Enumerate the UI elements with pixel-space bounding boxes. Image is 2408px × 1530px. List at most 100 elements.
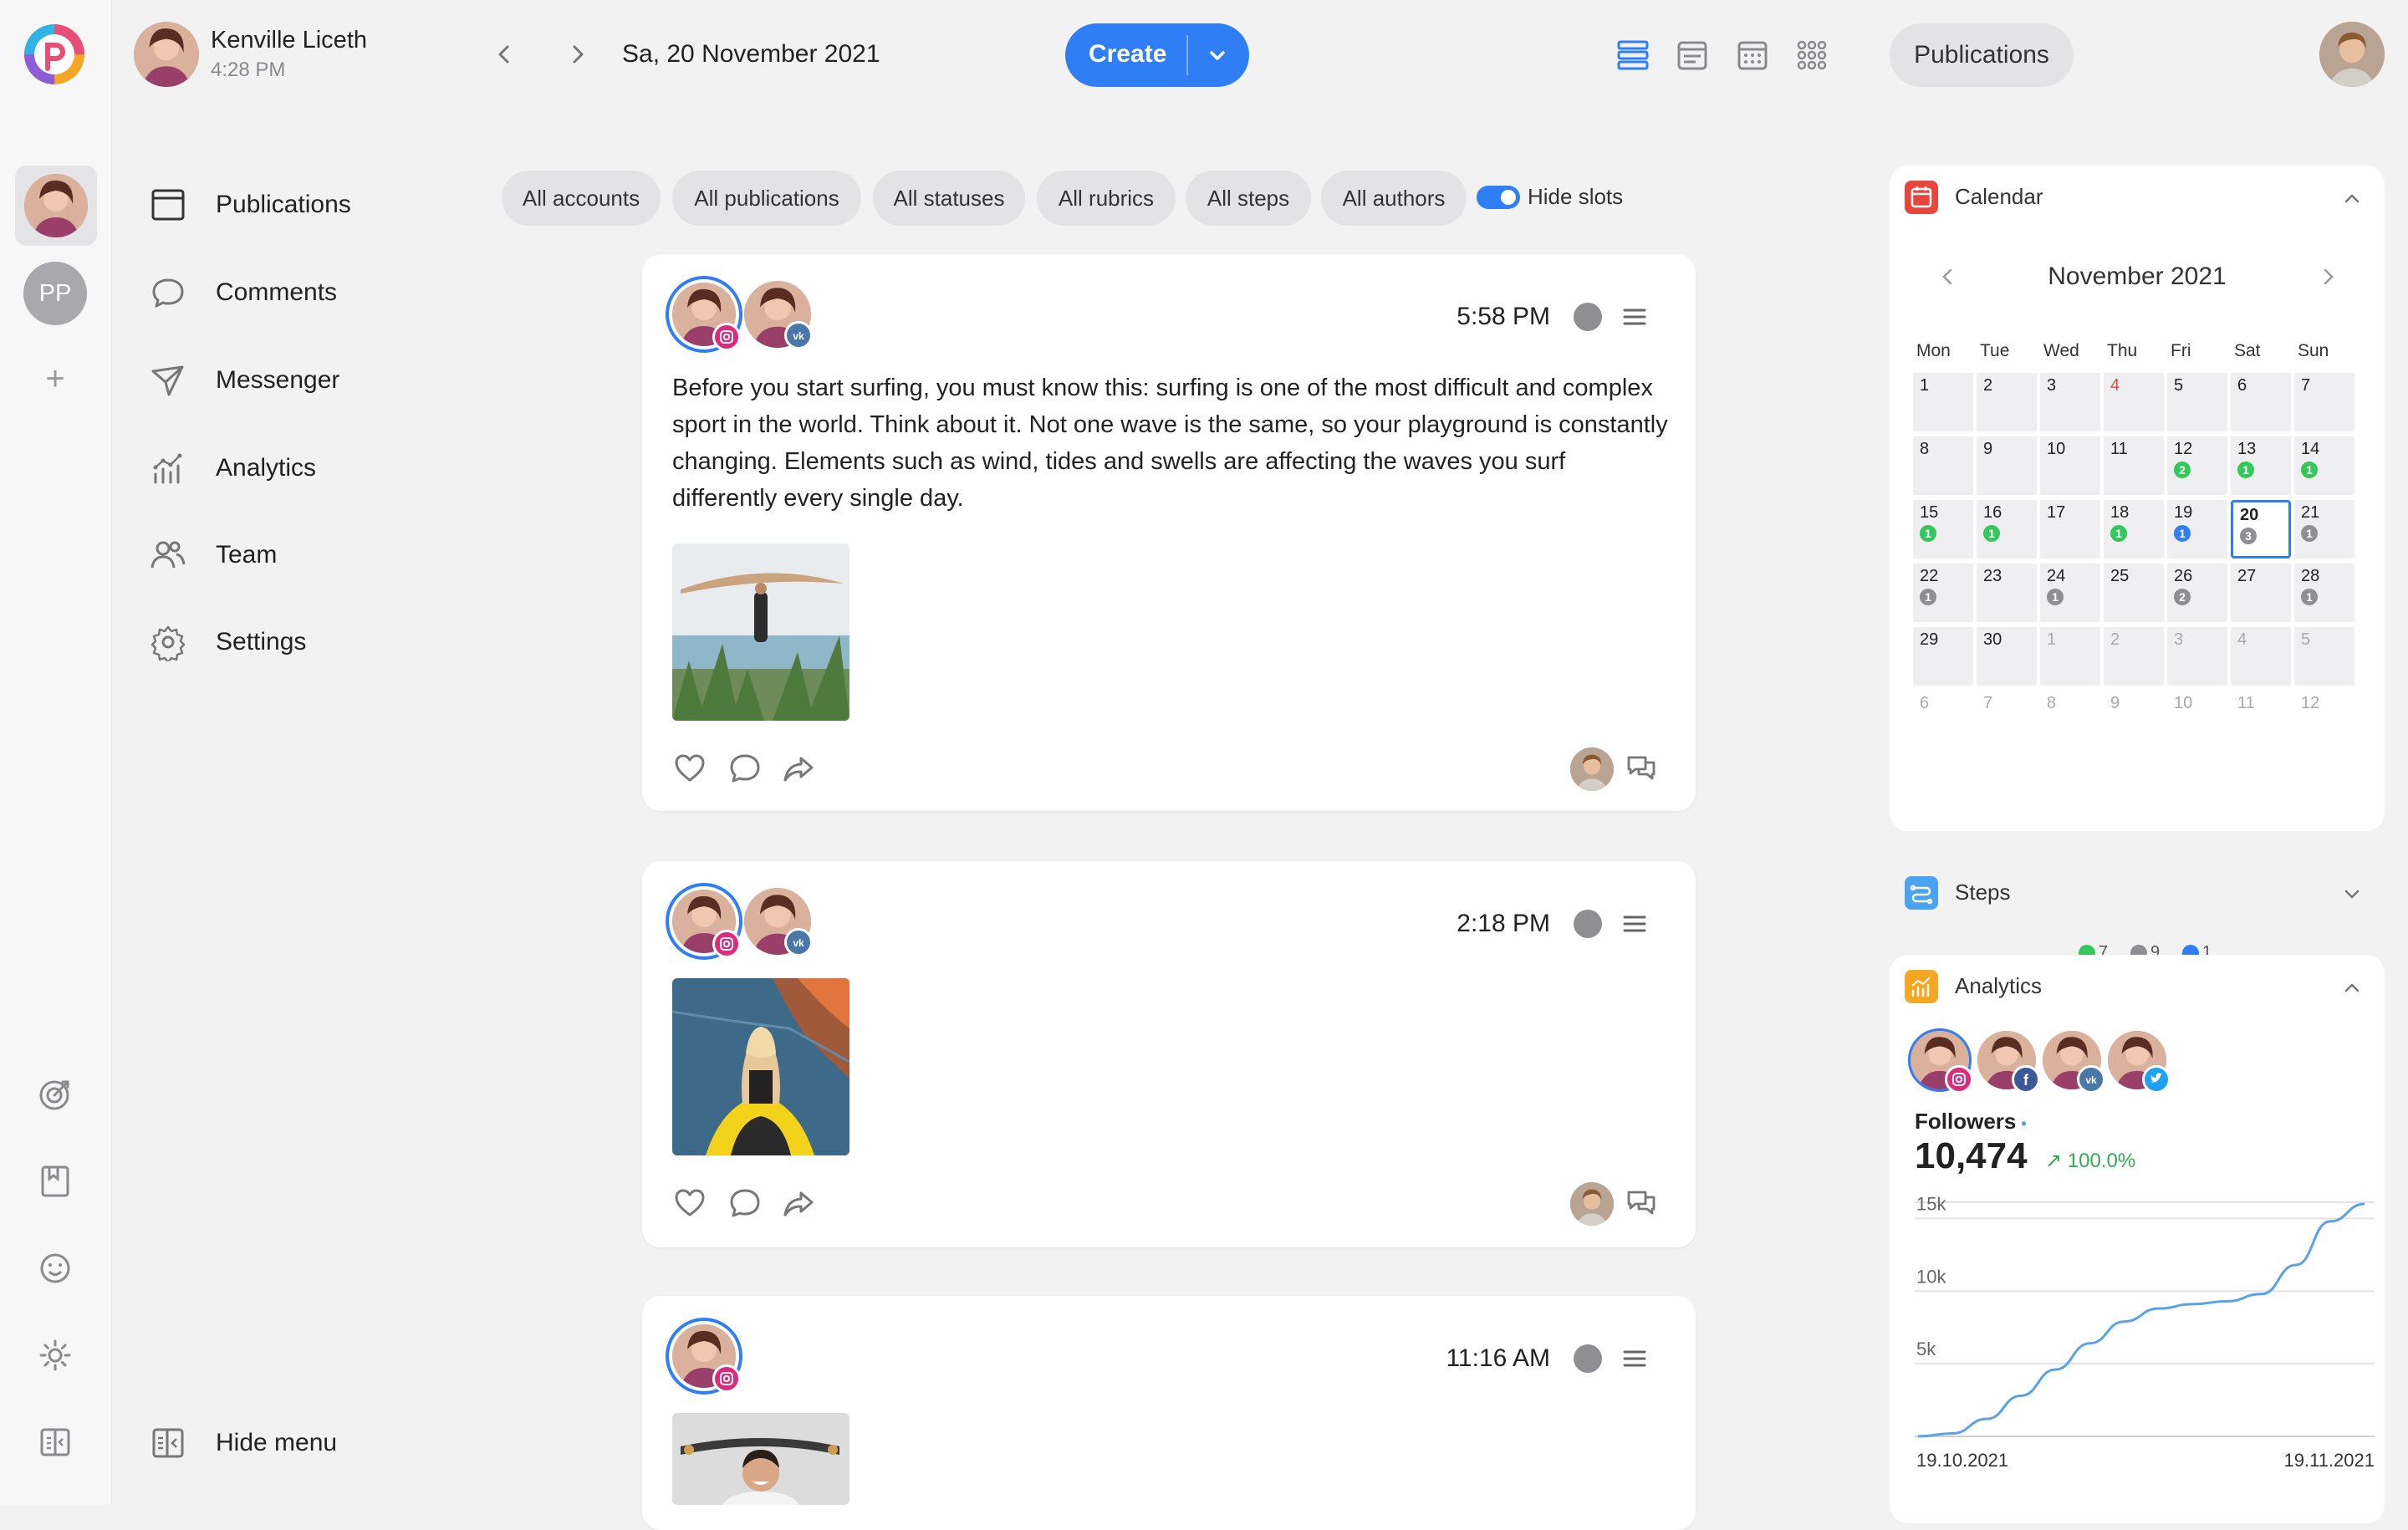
calendar-day[interactable]: 9 <box>1977 436 2037 495</box>
steps-widget[interactable]: Steps <box>1890 861 2385 921</box>
calendar-day[interactable]: 8 <box>2040 691 2100 749</box>
status-dot[interactable] <box>1574 1344 1602 1373</box>
app-logo[interactable] <box>22 22 87 87</box>
grid-view-icon[interactable] <box>1794 38 1829 73</box>
filter-steps[interactable]: All steps <box>1186 171 1311 226</box>
account-switcher-active[interactable] <box>15 166 97 246</box>
month-view-icon[interactable] <box>1735 38 1770 73</box>
account-pp[interactable]: PP <box>23 262 87 325</box>
analytics-account-twitter[interactable] <box>2105 1028 2171 1094</box>
chat-icon[interactable] <box>1624 1186 1659 1221</box>
menu-item-messenger[interactable]: Messenger <box>149 355 467 405</box>
status-dot[interactable] <box>1574 303 1602 331</box>
menu-icon[interactable] <box>1620 1344 1649 1373</box>
post-card[interactable]: vk 2:18 PM <box>642 861 1696 1247</box>
calendar-day[interactable]: 7 <box>2294 373 2354 431</box>
surfer-photo[interactable] <box>672 543 849 721</box>
calendar-day[interactable]: 2 <box>2104 627 2164 686</box>
filter-authors[interactable]: All authors <box>1321 171 1467 226</box>
calendar-day[interactable]: 29 <box>1913 627 1973 686</box>
sun-icon[interactable] <box>36 1336 74 1374</box>
analytics-account-instagram[interactable] <box>1908 1028 1973 1094</box>
post-time[interactable]: 11:16 AM <box>1446 1344 1550 1373</box>
menu-item-comments[interactable]: Comments <box>149 268 467 318</box>
menu-icon[interactable] <box>1620 910 1649 938</box>
post-time[interactable]: 5:58 PM <box>1457 303 1550 331</box>
calendar-day[interactable]: 30 <box>1977 627 2037 686</box>
filter-publications[interactable]: All publications <box>672 171 861 226</box>
calendar-day[interactable]: 11 <box>2104 436 2164 495</box>
calendar-day[interactable]: 23 <box>1977 564 2037 622</box>
post-account-avatar[interactable] <box>666 883 742 960</box>
filter-rubrics[interactable]: All rubrics <box>1037 171 1176 226</box>
calendar-day[interactable]: 22 1 <box>1913 564 1973 622</box>
calendar-day[interactable]: 3 <box>2167 627 2227 686</box>
calendar-day[interactable]: 24 1 <box>2040 564 2100 622</box>
calendar-day[interactable]: 5 <box>2294 627 2354 686</box>
share-icon[interactable] <box>781 1186 816 1221</box>
calendar-day-selected[interactable]: 20 3 <box>2231 500 2291 558</box>
followers-chart[interactable]: 5k 10k 15k 19.10.2021 19.11.2021 <box>1910 1196 2378 1480</box>
post-account-avatar[interactable] <box>666 276 742 353</box>
create-button[interactable]: Create <box>1065 23 1249 87</box>
calendar-day[interactable]: 21 1 <box>2294 500 2354 558</box>
post-time[interactable]: 2:18 PM <box>1457 910 1550 938</box>
calendar-day[interactable]: 13 1 <box>2231 436 2291 495</box>
author-avatar[interactable] <box>1570 747 1614 791</box>
profile-avatar[interactable] <box>2319 22 2385 87</box>
calendar-month[interactable]: November 2021 <box>1890 263 2385 291</box>
calendar-day[interactable]: 12 <box>2294 691 2354 749</box>
chevron-up-icon[interactable] <box>2343 189 2361 207</box>
kayak-photo[interactable] <box>672 978 849 1155</box>
calendar-day[interactable]: 11 <box>2231 691 2291 749</box>
skateboard-photo[interactable] <box>672 1413 849 1505</box>
calendar-day[interactable]: 14 1 <box>2294 436 2354 495</box>
user-avatar[interactable] <box>134 22 199 87</box>
chat-icon[interactable] <box>1624 751 1659 786</box>
book-icon[interactable] <box>36 1162 74 1201</box>
menu-item-publications[interactable]: Publications <box>149 180 467 230</box>
calendar-day[interactable]: 4 <box>2231 627 2291 686</box>
calendar-day[interactable]: 1 <box>2040 627 2100 686</box>
calendar-day[interactable]: 5 <box>2167 373 2227 431</box>
add-account-button[interactable]: + <box>38 361 73 396</box>
post-card[interactable]: 11:16 AM <box>642 1296 1696 1530</box>
author-avatar[interactable] <box>1570 1182 1614 1226</box>
filter-accounts[interactable]: All accounts <box>502 171 661 226</box>
menu-icon[interactable] <box>1620 303 1649 331</box>
calendar-day[interactable]: 25 <box>2104 564 2164 622</box>
calendar-day[interactable]: 4 <box>2104 373 2164 431</box>
calendar-day[interactable]: 7 <box>1977 691 2037 749</box>
filter-statuses[interactable]: All statuses <box>873 171 1025 226</box>
chevron-up-icon[interactable] <box>2343 978 2361 997</box>
calendar-day[interactable]: 8 <box>1913 436 1973 495</box>
status-dot[interactable] <box>1574 910 1602 938</box>
calendar-day[interactable]: 10 <box>2040 436 2100 495</box>
menu-item-analytics[interactable]: Analytics <box>149 443 467 493</box>
like-icon[interactable] <box>672 1186 707 1221</box>
target-icon[interactable] <box>36 1075 74 1114</box>
calendar-day[interactable]: 12 2 <box>2167 436 2227 495</box>
post-account-avatar[interactable]: vk <box>744 888 813 956</box>
smile-icon[interactable] <box>36 1249 74 1288</box>
calendar-day[interactable]: 9 <box>2104 691 2164 749</box>
post-card[interactable]: vk 5:58 PM Before you start surfing, you… <box>642 254 1696 811</box>
week-view-icon[interactable] <box>1675 38 1710 73</box>
post-account-avatar[interactable] <box>666 1318 742 1395</box>
post-text[interactable]: Before you start surfing, you must know … <box>672 370 1676 517</box>
calendar-day[interactable]: 2 <box>1977 373 2037 431</box>
share-icon[interactable] <box>781 751 816 786</box>
hide-slots-toggle[interactable] <box>1477 186 1520 209</box>
calendar-day[interactable]: 28 1 <box>2294 564 2354 622</box>
next-month-button[interactable] <box>2319 264 2338 289</box>
post-account-avatar[interactable]: vk <box>744 281 813 349</box>
collapse-panel-icon[interactable] <box>36 1423 74 1461</box>
comment-icon[interactable] <box>727 1186 763 1221</box>
analytics-account-facebook[interactable]: f <box>1975 1028 2040 1094</box>
calendar-day[interactable]: 10 <box>2167 691 2227 749</box>
comment-icon[interactable] <box>727 751 763 786</box>
calendar-day[interactable]: 6 <box>2231 373 2291 431</box>
chevron-down-icon[interactable] <box>2343 885 2361 903</box>
current-date[interactable]: Sa, 20 November 2021 <box>622 40 880 69</box>
calendar-day[interactable]: 18 1 <box>2104 500 2164 558</box>
